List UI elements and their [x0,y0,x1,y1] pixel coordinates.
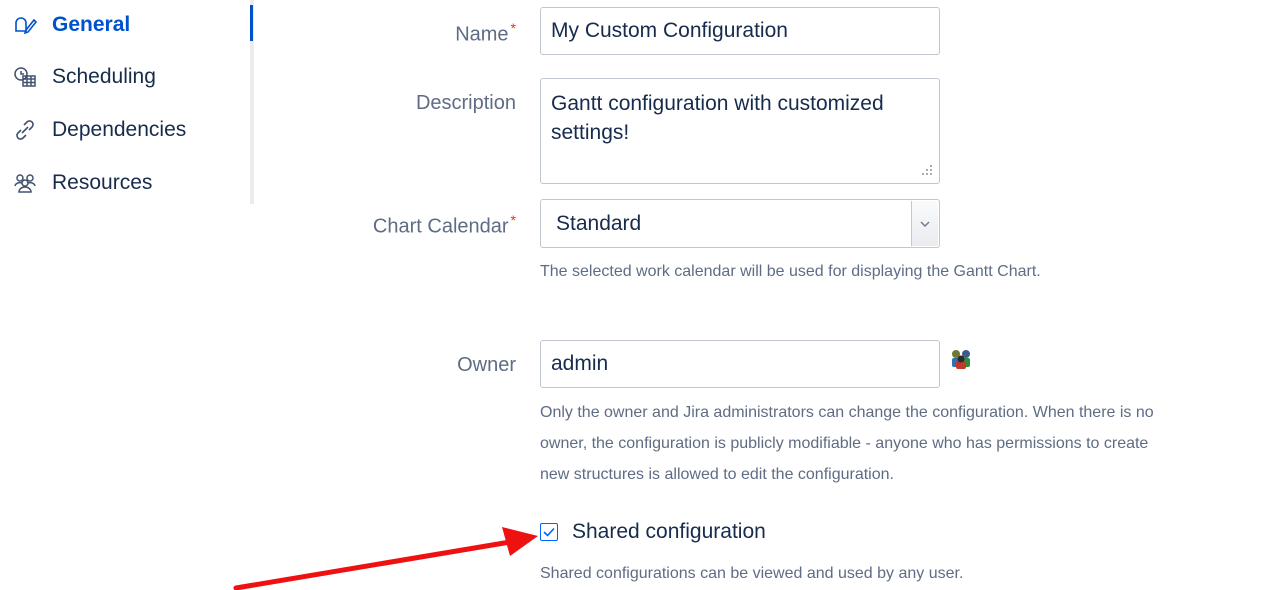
sidebar-item-dependencies[interactable]: Dependencies [10,114,186,146]
selected-value: Standard [556,211,642,235]
pencil-edit-icon [10,13,40,37]
chart-calendar-select[interactable]: Standard [540,199,940,248]
chart-calendar-help: The selected work calendar will be used … [540,263,1041,280]
chart-calendar-label: Chart Calendar * [372,212,516,238]
owner-help: Only the owner and Jira administrators c… [540,404,1154,483]
shared-configuration-checkbox[interactable]: Shared configuration [540,518,766,546]
sidebar-item-label: Scheduling [52,65,156,88]
calendar-clock-icon [10,65,40,89]
user-picker-icon[interactable] [948,347,974,373]
required-mark: * [510,20,516,36]
sidebar-item-label: General [52,13,131,36]
owner-label: Owner [457,354,516,376]
resize-grip-icon[interactable] [920,163,934,177]
sidebar-item-scheduling[interactable]: Scheduling [10,61,156,93]
people-group-icon [10,171,40,195]
sidebar-item-label: Dependencies [52,118,187,141]
shared-help: Shared configurations can be viewed and … [540,565,964,582]
sidebar-item-resources[interactable]: Resources [10,167,152,199]
sidebar-divider [250,0,254,204]
chevron-down-icon [920,221,930,227]
checkmark-icon [543,527,555,537]
active-item-indicator [250,5,253,41]
name-input[interactable] [540,7,940,55]
required-mark: * [510,212,516,228]
sidebar-item-general[interactable]: General [10,9,130,41]
name-label: Name * [455,20,516,46]
settings-sidebar: General Scheduling Dependencies Resource… [0,0,254,204]
dropdown-button[interactable] [911,201,938,246]
description-textarea[interactable]: Gantt configuration with customized sett… [540,78,940,184]
owner-input[interactable] [540,340,940,388]
description-label: Description [415,92,516,114]
checkbox-box[interactable] [540,523,558,541]
checkbox-label: Shared configuration [572,520,766,543]
sidebar-item-label: Resources [52,171,153,194]
link-icon [10,118,40,142]
